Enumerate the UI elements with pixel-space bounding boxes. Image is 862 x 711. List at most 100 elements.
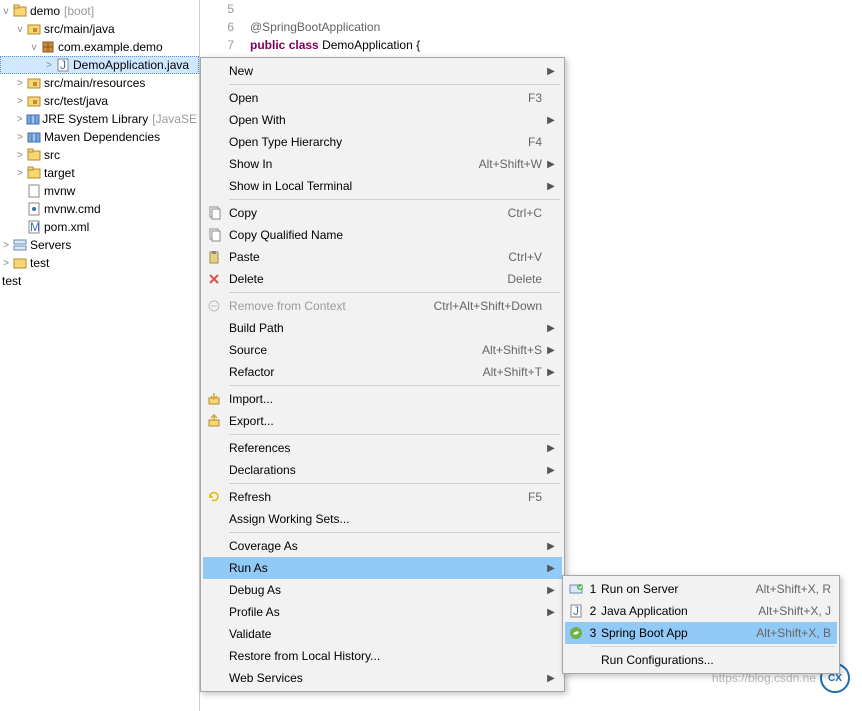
folder-icon — [12, 255, 28, 271]
test-node-2[interactable]: test — [0, 272, 199, 290]
project-root[interactable]: v demo [boot] — [0, 2, 199, 20]
menu-item-profile-as[interactable]: Profile As▶ — [203, 601, 562, 623]
submenu-arrow-icon: ▶ — [546, 159, 556, 170]
menu-item-accel: F4 — [528, 135, 546, 149]
menu-item-validate[interactable]: Validate — [203, 623, 562, 645]
tree-item[interactable]: vsrc/main/java — [0, 20, 199, 38]
menu-item-accel: Alt+Shift+W — [479, 157, 546, 171]
spring-icon — [565, 626, 587, 640]
submenu-item-run-configurations[interactable]: Run Configurations... — [565, 649, 837, 671]
submenu-item-java-application[interactable]: J2Java ApplicationAlt+Shift+X, J — [565, 600, 837, 622]
tree-item-suffix: [JavaSE — [152, 112, 197, 126]
submenu-arrow-icon: ▶ — [546, 323, 556, 334]
menu-item-paste[interactable]: PasteCtrl+V — [203, 246, 562, 268]
svg-text:J: J — [573, 604, 579, 618]
chevron-right-icon[interactable]: > — [14, 132, 26, 143]
menu-item-label: Delete — [225, 272, 507, 286]
context-menu[interactable]: New▶OpenF3Open With▶Open Type HierarchyF… — [200, 57, 565, 692]
chevron-down-icon[interactable]: v — [0, 6, 12, 17]
chevron-right-icon[interactable]: > — [14, 168, 26, 179]
menu-item-source[interactable]: SourceAlt+Shift+S▶ — [203, 339, 562, 361]
submenu-item-label: Run Configurations... — [587, 653, 831, 667]
menu-item-build-path[interactable]: Build Path▶ — [203, 317, 562, 339]
menu-item-copy-qualified-name[interactable]: Copy Qualified Name — [203, 224, 562, 246]
chevron-right-icon[interactable]: > — [0, 258, 12, 269]
chevron-right-icon[interactable]: > — [43, 60, 55, 71]
chevron-right-icon[interactable]: > — [0, 240, 12, 251]
tree-item[interactable]: > target — [0, 164, 199, 182]
menu-item-accel: F3 — [528, 91, 546, 105]
menu-separator — [229, 434, 560, 435]
menu-item-restore-from-local-history[interactable]: Restore from Local History... — [203, 645, 562, 667]
menu-item-label: References — [225, 441, 546, 455]
menu-item-delete[interactable]: DeleteDelete — [203, 268, 562, 290]
test-node[interactable]: > test — [0, 254, 199, 272]
menu-item-import[interactable]: Import... — [203, 388, 562, 410]
menu-item-label: Open — [225, 91, 528, 105]
chevron-right-icon[interactable]: > — [14, 78, 26, 89]
menu-item-references[interactable]: References▶ — [203, 437, 562, 459]
menu-item-assign-working-sets[interactable]: Assign Working Sets... — [203, 508, 562, 530]
tree-item-label: src — [44, 148, 60, 162]
chevron-right-icon[interactable]: > — [14, 150, 26, 161]
menu-item-show-in-local-terminal[interactable]: Show in Local Terminal▶ — [203, 175, 562, 197]
menu-item-label: Debug As — [225, 583, 546, 597]
project-explorer[interactable]: v demo [boot] vsrc/main/javavcom.example… — [0, 0, 200, 711]
copy-icon — [203, 228, 225, 242]
menu-item-show-in[interactable]: Show InAlt+Shift+W▶ — [203, 153, 562, 175]
tree-item[interactable]: mvnw — [0, 182, 199, 200]
menu-item-accel: Alt+Shift+S — [482, 343, 546, 357]
menu-item-export[interactable]: Export... — [203, 410, 562, 432]
tree-item[interactable]: >JRE System Library[JavaSE — [0, 110, 199, 128]
menu-item-label: Validate — [225, 627, 546, 641]
menu-item-refactor[interactable]: RefactorAlt+Shift+T▶ — [203, 361, 562, 383]
tree-item[interactable]: vcom.example.demo — [0, 38, 199, 56]
menu-item-copy[interactable]: CopyCtrl+C — [203, 202, 562, 224]
submenu-item-spring-boot-app[interactable]: 3Spring Boot AppAlt+Shift+X, B — [565, 622, 837, 644]
menu-item-open-with[interactable]: Open With▶ — [203, 109, 562, 131]
menu-item-remove-from-context: Remove from ContextCtrl+Alt+Shift+Down — [203, 295, 562, 317]
submenu-item-label: Run on Server — [599, 582, 756, 596]
submenu-item-run-on-server[interactable]: 1Run on ServerAlt+Shift+X, R — [565, 578, 837, 600]
file-icon — [26, 183, 42, 199]
menu-item-accel: Ctrl+Alt+Shift+Down — [434, 299, 546, 313]
menu-item-web-services[interactable]: Web Services▶ — [203, 667, 562, 689]
tree-item[interactable]: >Maven Dependencies — [0, 128, 199, 146]
lib-icon — [26, 129, 42, 145]
menu-item-refresh[interactable]: RefreshF5 — [203, 486, 562, 508]
lib-icon — [25, 111, 40, 127]
tree-item[interactable]: > src — [0, 146, 199, 164]
tree-item-label: target — [44, 166, 75, 180]
menu-item-run-as[interactable]: Run As▶ — [203, 557, 562, 579]
pkg-root-icon — [26, 75, 42, 91]
run-as-submenu[interactable]: 1Run on ServerAlt+Shift+X, RJ2Java Appli… — [562, 575, 840, 674]
xml-icon: M — [26, 219, 42, 235]
chevron-down-icon[interactable]: v — [28, 42, 40, 53]
tree-item[interactable]: >src/main/resources — [0, 74, 199, 92]
project-name: demo — [30, 4, 60, 18]
servers-node[interactable]: > Servers — [0, 236, 199, 254]
chevron-right-icon[interactable]: > — [14, 96, 26, 107]
submenu-item-label: Java Application — [599, 604, 758, 618]
tree-item[interactable]: >JDemoApplication.java — [0, 56, 199, 74]
chevron-down-icon[interactable]: v — [14, 24, 26, 35]
menu-item-declarations[interactable]: Declarations▶ — [203, 459, 562, 481]
menu-item-label: Refresh — [225, 490, 528, 504]
tree-item[interactable]: Mpom.xml — [0, 218, 199, 236]
submenu-item-label: Spring Boot App — [599, 626, 756, 640]
menu-item-coverage-as[interactable]: Coverage As▶ — [203, 535, 562, 557]
pkg-root-icon — [26, 93, 42, 109]
menu-item-new[interactable]: New▶ — [203, 60, 562, 82]
menu-item-open-type-hierarchy[interactable]: Open Type HierarchyF4 — [203, 131, 562, 153]
java-icon: J — [565, 604, 587, 618]
pkg-icon — [40, 39, 56, 55]
test-label: test — [30, 256, 49, 270]
chevron-right-icon[interactable]: > — [14, 114, 25, 125]
submenu-arrow-icon: ▶ — [546, 585, 556, 596]
menu-item-debug-as[interactable]: Debug As▶ — [203, 579, 562, 601]
tree-item[interactable]: >src/test/java — [0, 92, 199, 110]
submenu-arrow-icon: ▶ — [546, 66, 556, 77]
tree-item[interactable]: mvnw.cmd — [0, 200, 199, 218]
menu-item-open[interactable]: OpenF3 — [203, 87, 562, 109]
menu-separator — [229, 385, 560, 386]
